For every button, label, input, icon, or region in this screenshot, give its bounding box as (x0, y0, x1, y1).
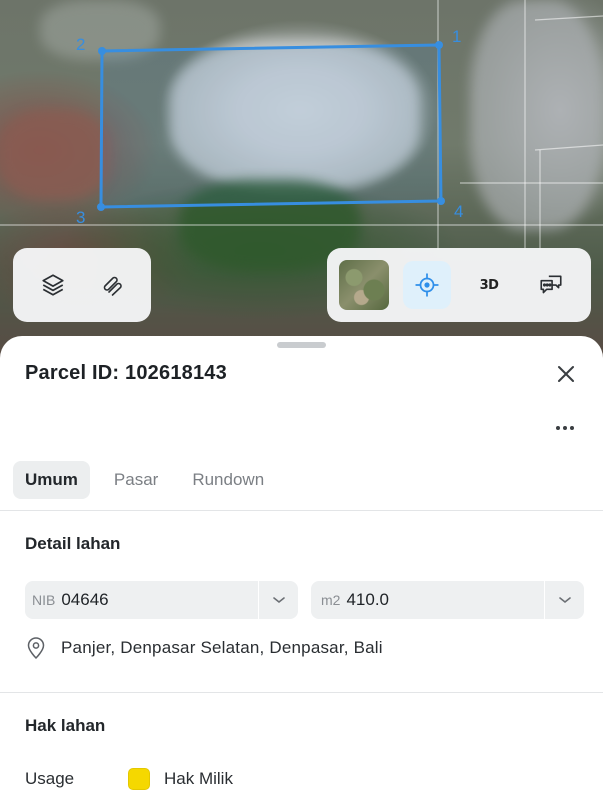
view-toolbar: 3D (327, 248, 591, 322)
address-text: Panjer, Denpasar Selatan, Denpasar, Bali (61, 638, 383, 657)
selected-parcel[interactable] (99, 43, 443, 209)
vertex-1-label: 1 (452, 27, 461, 46)
tab-umum[interactable]: Umum (13, 461, 90, 499)
close-icon (558, 366, 574, 382)
parcel-detail-sheet: Parcel ID: 102618143 Umum Pasar Rundown … (0, 336, 603, 804)
usage-row: Usage Hak Milik (25, 768, 233, 790)
area-dropdown-button[interactable] (544, 581, 584, 619)
usage-color-swatch (128, 768, 150, 790)
nib-field[interactable]: NIB 04646 (25, 581, 298, 619)
more-options-button[interactable] (552, 418, 578, 438)
tabs-divider (0, 510, 603, 511)
vertex-4-marker[interactable] (437, 197, 445, 205)
tab-pasar[interactable]: Pasar (102, 461, 170, 499)
tab-rundown[interactable]: Rundown (180, 461, 276, 499)
layers-button[interactable] (29, 261, 77, 309)
vertex-3-label: 3 (76, 208, 85, 227)
comment-icon (540, 275, 562, 294)
locate-icon (415, 273, 439, 297)
chevron-down-icon (272, 597, 285, 604)
nib-prefix: NIB (32, 592, 56, 608)
3d-label: 3D (479, 277, 499, 293)
comment-button[interactable] (527, 261, 575, 309)
rights-section-title: Hak lahan (25, 716, 106, 735)
locate-button[interactable] (403, 261, 451, 309)
nib-dropdown-button[interactable] (258, 581, 298, 619)
area-value: 410.0 (346, 590, 389, 609)
measure-button[interactable] (88, 261, 136, 309)
more-horizontal-icon (556, 426, 574, 430)
basemap-satellite-button[interactable] (339, 260, 389, 310)
area-unit-prefix: m2 (321, 592, 341, 608)
usage-label: Usage (25, 769, 75, 788)
close-button[interactable] (552, 360, 580, 388)
section-divider (0, 692, 603, 693)
vertex-3-marker[interactable] (97, 203, 105, 211)
3d-toggle-button[interactable]: 3D (465, 261, 513, 309)
vertex-4-label: 4 (454, 202, 463, 221)
detail-section-title: Detail lahan (25, 534, 121, 553)
usage-value: Hak Milik (164, 769, 233, 788)
tab-bar: Umum Pasar Rundown (13, 461, 276, 499)
map-tools-toolbar (13, 248, 151, 322)
vertex-2-label: 2 (76, 35, 85, 54)
measure-icon (103, 276, 122, 296)
parcel-title: Parcel ID: 102618143 (25, 362, 227, 384)
chevron-down-icon (558, 597, 571, 604)
address-row: Panjer, Denpasar Selatan, Denpasar, Bali (25, 636, 383, 660)
vertex-2-marker[interactable] (98, 47, 106, 55)
layers-icon (41, 274, 64, 296)
sheet-drag-handle[interactable] (277, 342, 326, 348)
nib-value: 04646 (61, 590, 109, 609)
vertex-1-marker[interactable] (435, 41, 443, 49)
location-pin-icon (27, 637, 45, 660)
area-field[interactable]: m2 410.0 (311, 581, 584, 619)
